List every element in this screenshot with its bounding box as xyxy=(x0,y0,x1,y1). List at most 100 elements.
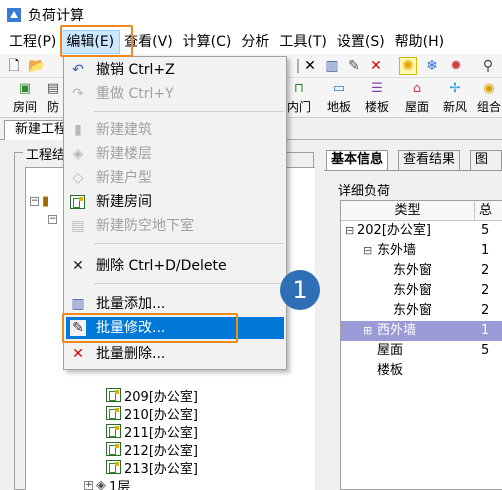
room-icon xyxy=(106,460,121,474)
menu-item-new-floor[interactable]: ◈ 新建楼层 xyxy=(66,143,284,165)
room-icon xyxy=(106,442,121,456)
table-row-selected[interactable]: ⊞ 西外墙 1 xyxy=(341,321,502,341)
menu-item-new-room[interactable]: 新建房间 xyxy=(66,191,284,213)
undo-icon: ↶ xyxy=(72,62,84,78)
menu-item-new-building[interactable]: ▮ 新建建筑 xyxy=(66,119,284,141)
grid-header: 类型 总 xyxy=(341,201,502,221)
building-icon: ▮ xyxy=(74,122,82,138)
window-title: 负荷计算 xyxy=(28,8,84,24)
room-icon xyxy=(106,388,121,402)
tree-item[interactable]: 209[办公室] xyxy=(106,386,198,405)
column-type[interactable]: 类型 xyxy=(341,201,475,221)
tree-row-root[interactable]: − ▮ xyxy=(30,192,49,210)
menu-help[interactable]: 帮助(H) xyxy=(390,31,449,53)
tab-view-results[interactable]: 查看结果 xyxy=(398,150,461,170)
building-icon: ▮ xyxy=(42,193,50,209)
tree-item[interactable]: 213[办公室] xyxy=(106,458,198,477)
search-icon[interactable]: ⚲ xyxy=(480,58,496,74)
table-row[interactable]: 屋面 5 xyxy=(341,341,502,361)
combine-button[interactable]: ◉ 组合 xyxy=(476,81,502,115)
floor-button[interactable]: ▭ 地板 xyxy=(322,81,356,115)
unit-icon: ◇ xyxy=(72,170,84,186)
menu-separator xyxy=(94,243,284,244)
new-file-icon[interactable]: 🗋 xyxy=(6,58,22,74)
menu-item-redo[interactable]: ↷ 重做 Ctrl+Y xyxy=(66,83,284,105)
table-row[interactable]: 东外窗 2 xyxy=(341,261,502,281)
table-row[interactable]: 楼板 xyxy=(341,361,502,381)
inner-door-button[interactable]: ⊓ 内门 xyxy=(282,81,316,115)
tree-item[interactable]: 211[办公室] xyxy=(106,422,198,441)
table-row[interactable]: 东外窗 2 xyxy=(341,281,502,301)
combine-icon: ◉ xyxy=(483,81,495,96)
detail-load-label: 详细负荷 xyxy=(338,184,391,199)
menu-project[interactable]: 工程(P) xyxy=(4,31,61,53)
roof-button[interactable]: ⌂ 屋面 xyxy=(400,81,434,115)
menu-tools[interactable]: 工具(T) xyxy=(274,31,331,53)
batch-add-icon[interactable]: ▥ xyxy=(324,58,340,74)
roof-icon: ⌂ xyxy=(412,81,422,96)
step-badge: 1 xyxy=(280,270,320,310)
menu-item-new-shelter[interactable]: ▤ 新建防空地下室 xyxy=(66,215,284,237)
delete-icon: ✕ xyxy=(72,258,84,274)
collapse-icon[interactable]: ⊟ xyxy=(345,221,354,241)
detail-panel: 基本信息 查看结果 图表 详细负荷 类型 总 ⊟ 202[办公室] 5 ⊟ 东外… xyxy=(324,146,502,490)
menu-separator xyxy=(94,283,284,284)
tree-item[interactable]: 210[办公室] xyxy=(106,404,198,423)
panel-title: 工程结 xyxy=(23,144,69,163)
shelter-icon: ▤ xyxy=(46,81,60,96)
menu-item-undo[interactable]: ↶ 撤销 Ctrl+Z xyxy=(66,59,284,81)
room-icon xyxy=(70,194,86,210)
menu-item-batch-delete[interactable]: ✕ 批量删除... xyxy=(66,343,284,365)
batch-delete-icon[interactable]: ✕ xyxy=(368,58,384,74)
batch-add-icon: ▥ xyxy=(71,296,85,312)
room-icon: ▣ xyxy=(18,81,32,96)
shelter-button[interactable]: ▤ 防 xyxy=(44,81,62,115)
tree-item[interactable]: 212[办公室] xyxy=(106,440,198,459)
floor-icon: ◈ xyxy=(72,146,84,162)
highlight-edit-menu xyxy=(60,25,133,57)
menu-item-delete[interactable]: ✕ 删除 Ctrl+D/Delete xyxy=(66,255,284,277)
table-row[interactable]: ⊟ 东外墙 1 xyxy=(341,241,502,261)
slab-icon: ☰ xyxy=(371,81,383,96)
detail-load-grid[interactable]: 类型 总 ⊟ 202[办公室] 5 ⊟ 东外墙 1 东外窗 2 东外窗 2 东外… xyxy=(340,200,502,490)
tab-chart[interactable]: 图表 xyxy=(470,150,502,170)
tab-basic-info[interactable]: 基本信息 xyxy=(326,150,389,170)
tab-divider xyxy=(324,170,502,171)
open-folder-icon[interactable]: 📂 xyxy=(28,58,45,74)
shelter-icon: ▤ xyxy=(71,218,85,234)
expand-icon[interactable]: ⊞ xyxy=(363,321,372,341)
menu-settings[interactable]: 设置(S) xyxy=(332,31,390,53)
collapse-icon[interactable]: ⊟ xyxy=(363,241,372,261)
room-icon xyxy=(106,406,121,420)
heat-icon[interactable]: ✹ xyxy=(448,58,464,74)
menu-separator xyxy=(94,111,284,112)
menu-item-new-unit[interactable]: ◇ 新建户型 xyxy=(66,167,284,189)
batch-delete-icon: ✕ xyxy=(72,346,84,362)
app-icon xyxy=(6,7,22,23)
delete-icon[interactable]: ✕ xyxy=(302,58,318,74)
menu-analysis[interactable]: 分析 xyxy=(236,31,274,53)
room-icon xyxy=(106,424,121,438)
menu-calculate[interactable]: 计算(C) xyxy=(178,31,237,53)
collapse-icon[interactable]: − xyxy=(30,196,39,206)
room-button[interactable]: ▣ 房间 xyxy=(8,81,42,115)
door-icon: ⊓ xyxy=(293,81,305,96)
batch-edit-icon[interactable]: ✎ xyxy=(346,58,362,74)
highlight-batch-edit xyxy=(62,313,238,343)
collapse-icon[interactable]: − xyxy=(48,214,57,224)
snowflake-icon[interactable]: ❄ xyxy=(424,58,440,74)
column-total[interactable]: 总 xyxy=(475,201,502,221)
redo-icon: ↷ xyxy=(72,86,84,102)
floor-icon: ▭ xyxy=(332,81,346,96)
slab-button[interactable]: ☰ 楼板 xyxy=(360,81,394,115)
table-row[interactable]: 东外窗 2 xyxy=(341,301,502,321)
table-row[interactable]: ⊟ 202[办公室] 5 xyxy=(341,221,502,241)
tree-row-child[interactable]: − xyxy=(48,210,60,228)
menu-item-batch-add[interactable]: ▥ 批量添加... xyxy=(66,293,284,315)
fresh-air-icon: ✢ xyxy=(449,81,461,96)
floor-icon: ◈ xyxy=(96,477,106,490)
expand-icon[interactable]: + xyxy=(84,480,93,490)
fresh-air-button[interactable]: ✢ 新风 xyxy=(438,81,472,115)
sun-icon[interactable]: ✺ xyxy=(399,57,417,75)
tree-item-floor[interactable]: + ◈ 1层 xyxy=(84,476,130,490)
